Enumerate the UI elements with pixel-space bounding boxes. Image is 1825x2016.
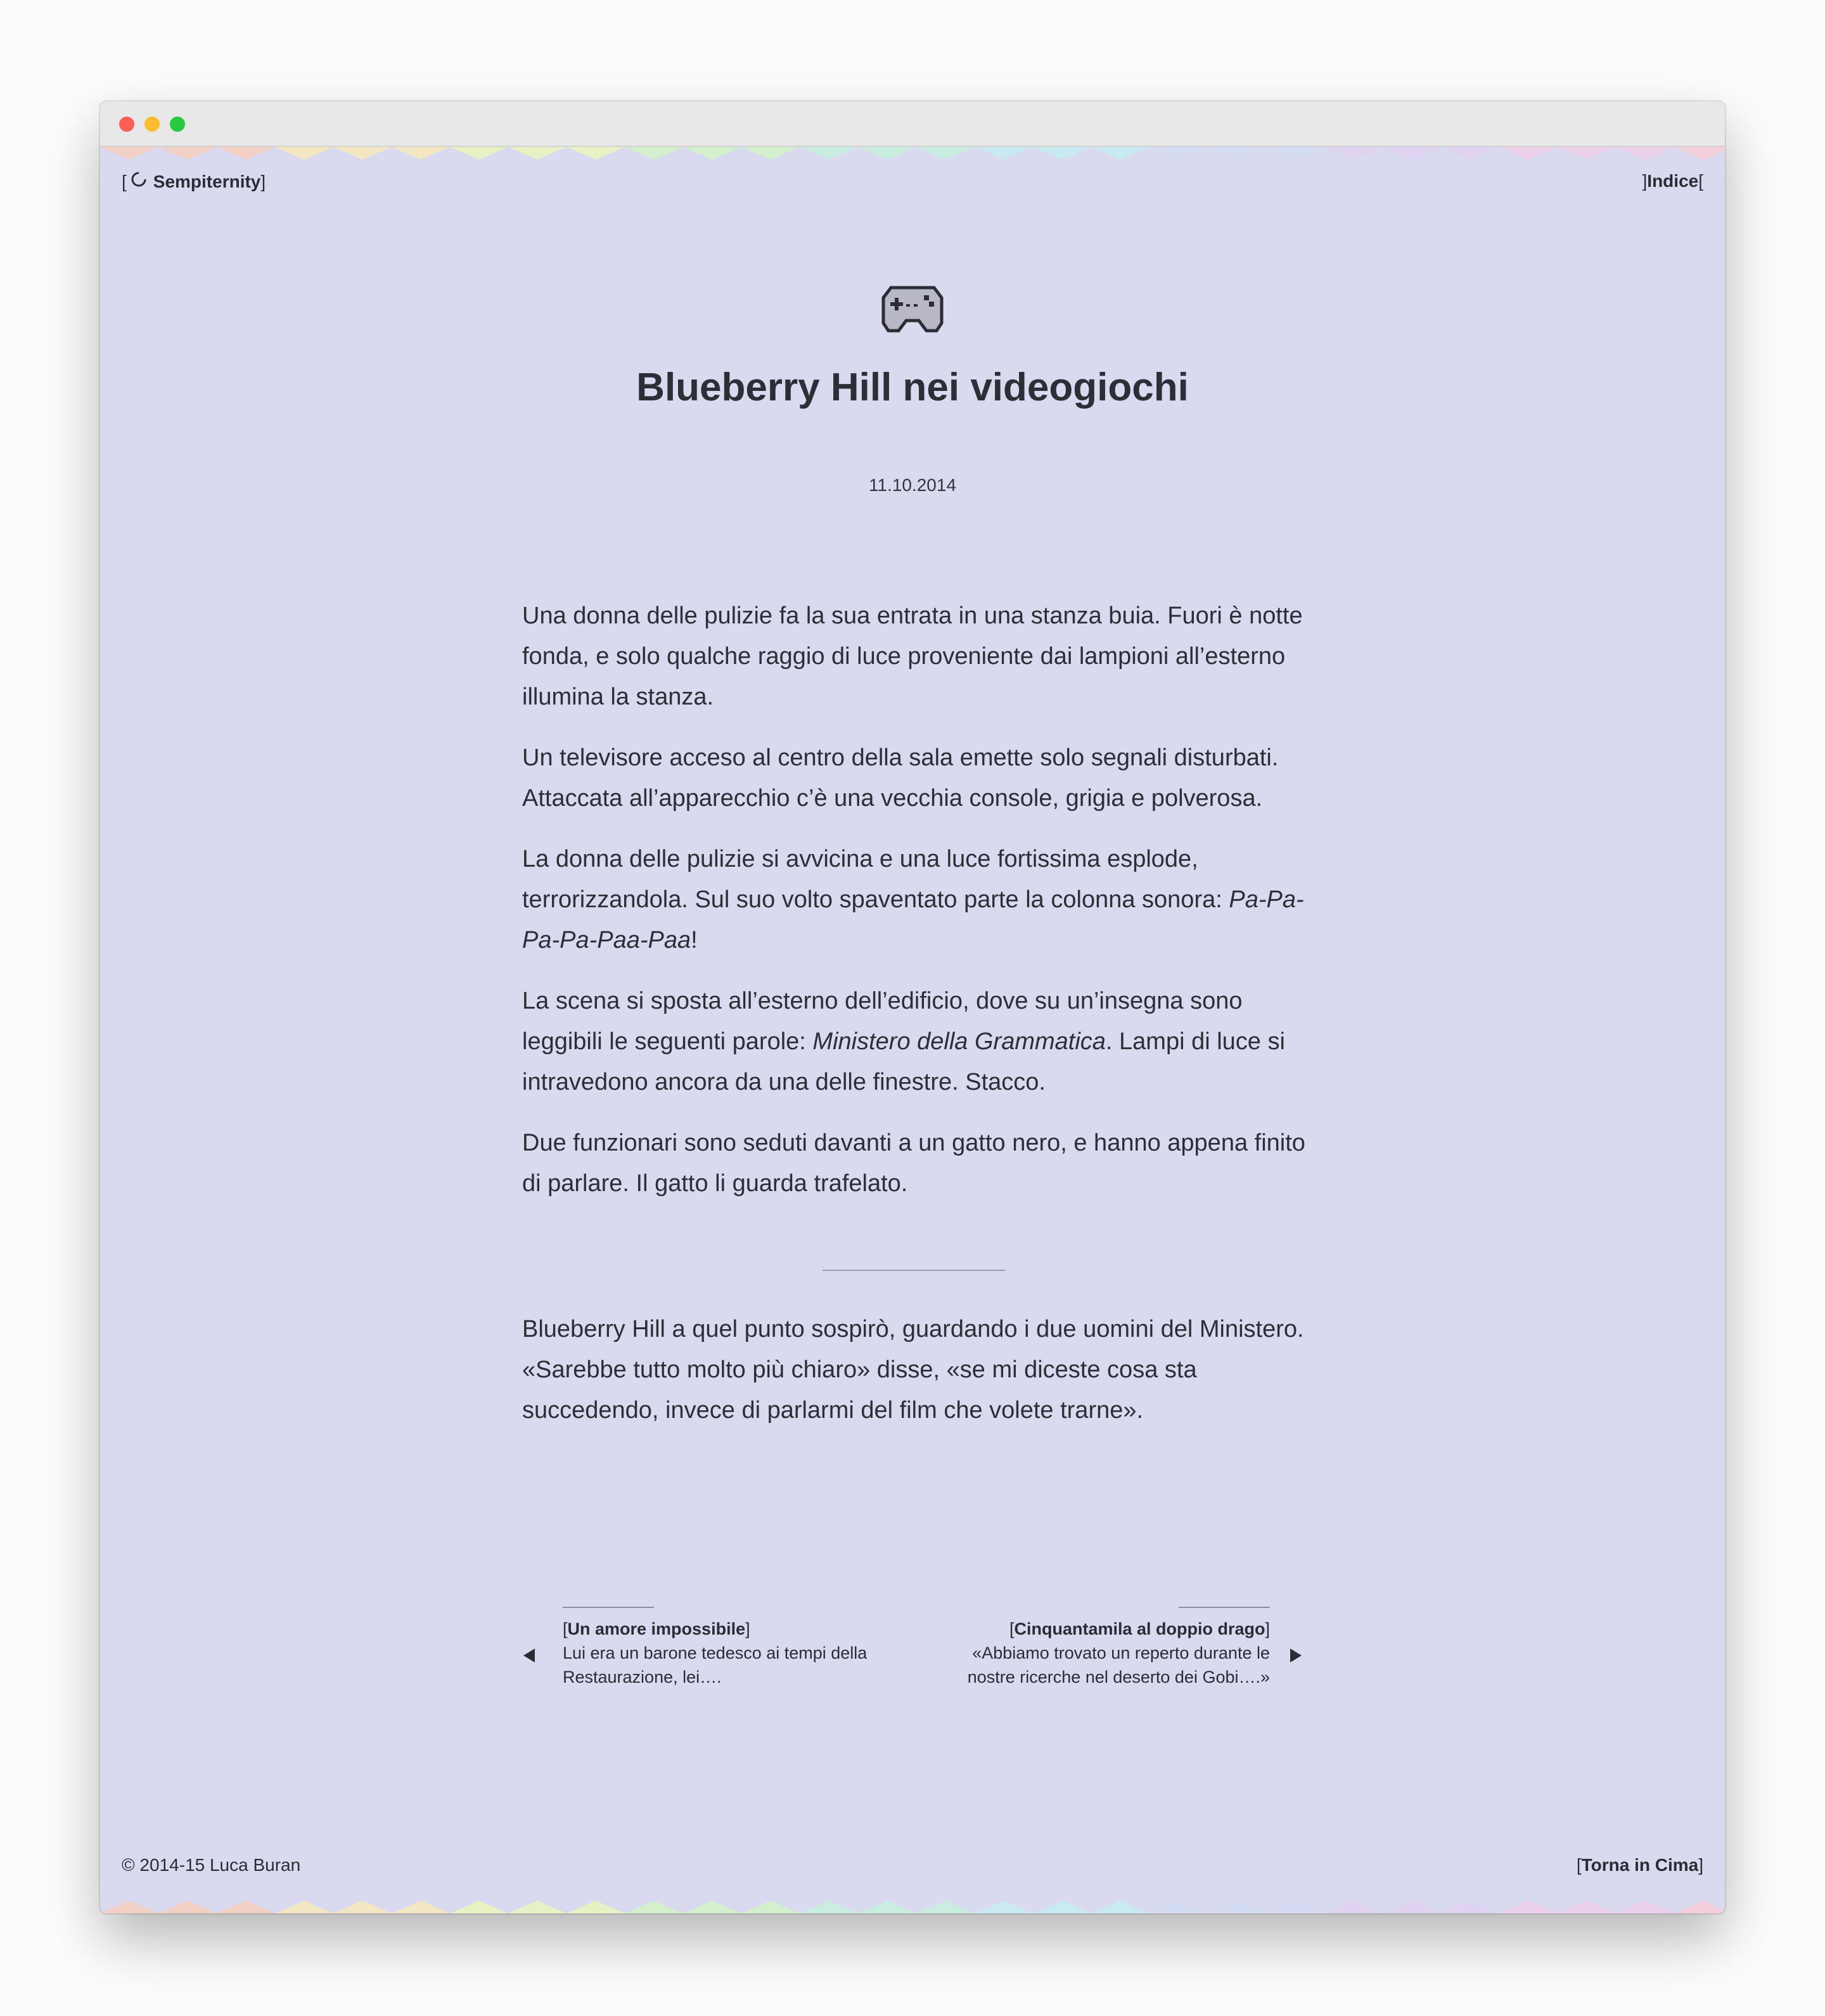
next-post-excerpt: «Abbiamo trovato un reperto durante le n…: [967, 1643, 1270, 1687]
post-date: 11.10.2014: [868, 475, 957, 495]
window-titlebar: [100, 101, 1725, 147]
close-window-button[interactable]: [119, 117, 134, 132]
zigzag-triangle: [1616, 1901, 1674, 1913]
zigzag-triangle: [392, 1901, 450, 1913]
zigzag-triangle: [741, 1901, 800, 1913]
bracket-close: ]: [260, 171, 266, 191]
spinner-icon: [131, 171, 147, 192]
prev-post-link[interactable]: [Un amore impossibile] Lui era un barone…: [563, 1607, 918, 1689]
zigzag-triangle: [508, 1901, 567, 1913]
site-name: Sempiternity: [153, 171, 261, 191]
prev-rule: [563, 1607, 654, 1608]
zigzag-triangle: [275, 1901, 333, 1913]
paragraph-2: Un televisore acceso al centro della sal…: [522, 744, 1279, 812]
zigzag-triangle: [625, 1901, 683, 1913]
zigzag-triangle: [1499, 1901, 1558, 1913]
next-post-link[interactable]: [Cinquantamila al doppio drago] «Abbiamo…: [915, 1607, 1270, 1689]
bracket-open: [: [122, 171, 127, 191]
paragraph-6: Blueberry Hill a quel punto sospirò, gua…: [522, 1316, 1304, 1424]
post-title: Blueberry Hill nei videogiochi: [636, 366, 1189, 409]
back-to-top-label: Torna in Cima: [1581, 1855, 1699, 1875]
minimize-window-button[interactable]: [144, 117, 160, 132]
post-body-continued: Blueberry Hill a quel punto sospirò, gua…: [522, 1309, 1308, 1431]
zigzag-triangle: [100, 1901, 158, 1913]
zigzag-triangle: [683, 1901, 741, 1913]
index-link[interactable]: ]Indice[: [1642, 171, 1703, 191]
next-arrow-icon[interactable]: [1290, 1649, 1302, 1662]
next-post-title: [Cinquantamila al doppio drago]: [1009, 1619, 1270, 1638]
zigzag-triangle: [450, 1901, 508, 1913]
paragraph-5: Due funzionari sono seduti davanti a un …: [522, 1130, 1305, 1197]
zoom-window-button[interactable]: [170, 117, 185, 132]
zigzag-triangle: [1383, 1901, 1441, 1913]
zigzag-triangle: [800, 1901, 858, 1913]
zigzag-triangle: [858, 1901, 916, 1913]
copyright: © 2014-15 Luca Buran: [122, 1855, 301, 1875]
bracket-right: [: [1698, 171, 1703, 191]
zigzag-triangle: [567, 1901, 625, 1913]
prev-post-excerpt: Lui era un barone tedesco ai tempi della…: [563, 1643, 868, 1687]
zigzag-triangle: [1208, 1901, 1266, 1913]
zigzag-triangle: [158, 1901, 217, 1913]
zigzag-triangle: [1091, 1901, 1149, 1913]
browser-window: [ Sempiternity ] ]Indice[ Blueberry Hill…: [100, 101, 1725, 1913]
zigzag-triangle: [1149, 1901, 1208, 1913]
next-rule: [1179, 1607, 1270, 1608]
prev-post-title: [Un amore impossibile]: [563, 1619, 750, 1638]
zigzag-triangle: [1033, 1901, 1091, 1913]
zigzag-triangle: [1674, 1901, 1725, 1913]
paragraph-4: La scena si sposta all’esterno dell’edif…: [522, 988, 1285, 1095]
rainbow-zigzag-top: [100, 147, 1725, 160]
zigzag-triangle: [1558, 1901, 1616, 1913]
back-to-top-link[interactable]: [Torna in Cima]: [1577, 1855, 1703, 1875]
section-divider: [823, 1270, 1005, 1271]
paragraph-1: Una donna delle pulizie fa la sua entrat…: [522, 603, 1303, 710]
site-home-link[interactable]: [ Sempiternity ]: [122, 171, 266, 192]
zigzag-triangle: [333, 1901, 392, 1913]
paragraph-3: La donna delle pulizie si avvicina e una…: [522, 846, 1304, 954]
zigzag-triangle: [975, 1901, 1033, 1913]
zigzag-triangle: [1266, 1901, 1324, 1913]
post-body: Una donna delle pulizie fa la sua entrat…: [522, 596, 1308, 1224]
zigzag-triangle: [217, 1901, 275, 1913]
zigzag-triangle: [916, 1901, 975, 1913]
gamepad-icon: [881, 286, 944, 333]
rainbow-zigzag-bottom: [100, 1901, 1725, 1913]
prev-arrow-icon[interactable]: [523, 1649, 535, 1662]
index-label: Indice: [1647, 171, 1699, 191]
zigzag-triangle: [1441, 1901, 1499, 1913]
zigzag-triangle: [1324, 1901, 1383, 1913]
